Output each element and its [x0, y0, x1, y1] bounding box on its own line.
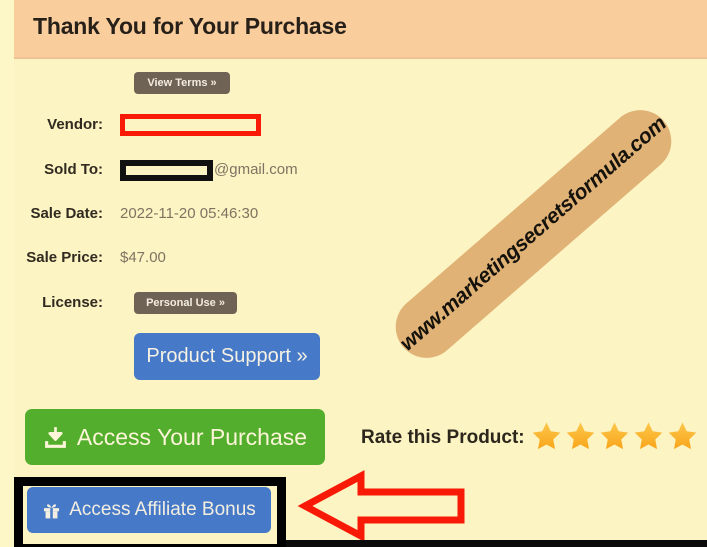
detail-row-sale-price: Sale Price: $47.00 [0, 243, 693, 273]
gift-icon [42, 501, 61, 520]
detail-row-vendor: Vendor: [0, 110, 693, 140]
download-icon [43, 425, 68, 450]
access-affiliate-bonus-label: Access Affiliate Bonus [69, 499, 256, 520]
detail-row-sale-date: Sale Date: 2022-11-20 05:46:30 [0, 199, 693, 229]
vendor-redaction [120, 114, 261, 136]
product-support-button[interactable]: Product Support » [134, 333, 320, 380]
detail-row-sold-to: Sold To: @gmail.com [0, 155, 693, 185]
access-your-purchase-button[interactable]: Access Your Purchase [25, 409, 325, 465]
sold-to-label: Sold To: [44, 161, 103, 178]
view-terms-button[interactable]: View Terms » [134, 72, 230, 94]
star-icon[interactable] [565, 420, 596, 456]
page-left-gutter [0, 0, 14, 547]
sale-date-label: Sale Date: [30, 205, 103, 222]
bottom-left-gutter [0, 540, 14, 547]
license-label: License: [42, 294, 103, 311]
sold-to-email-suffix: @gmail.com [214, 161, 298, 178]
vendor-label: Vendor: [47, 116, 103, 133]
access-affiliate-bonus-button[interactable]: Access Affiliate Bonus [27, 487, 271, 533]
sale-price-value: $47.00 [120, 249, 166, 266]
purchase-receipt-page: Thank You for Your Purchase www.marketin… [0, 0, 707, 547]
star-icon[interactable] [599, 420, 630, 456]
star-icon[interactable] [633, 420, 664, 456]
rate-this-product-label: Rate this Product: [361, 427, 525, 448]
bottom-black-strip [286, 540, 707, 547]
page-header: Thank You for Your Purchase [14, 0, 707, 59]
star-icon[interactable] [667, 420, 698, 456]
sale-price-label: Sale Price: [26, 249, 103, 266]
star-icon[interactable] [531, 420, 562, 456]
sold-to-redaction [120, 160, 213, 181]
sale-date-value: 2022-11-20 05:46:30 [120, 205, 259, 222]
star-rating-widget[interactable] [531, 420, 698, 456]
access-your-purchase-label: Access Your Purchase [76, 423, 308, 450]
detail-row-license: License: [0, 288, 693, 318]
page-title: Thank You for Your Purchase [33, 13, 347, 39]
license-personal-use-button[interactable]: Personal Use » [134, 292, 237, 314]
rate-this-product: Rate this Product: [361, 420, 698, 456]
